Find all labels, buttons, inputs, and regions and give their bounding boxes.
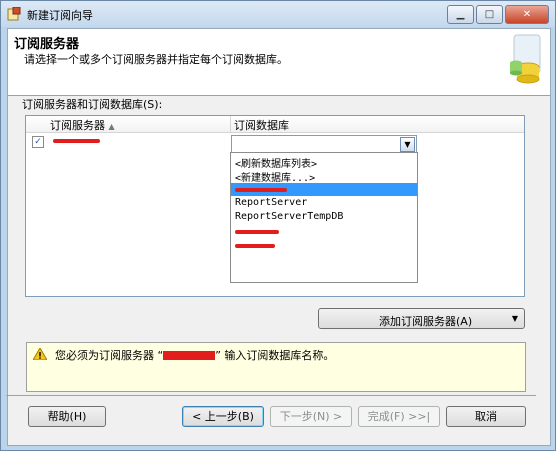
redacted-database-name [235, 244, 275, 248]
close-button[interactable]: ✕ [505, 5, 549, 24]
minimize-button[interactable]: ▁ [447, 5, 474, 24]
chevron-down-icon: ▼ [404, 140, 411, 149]
list-item[interactable]: ReportServerTempDB [231, 211, 417, 224]
help-button[interactable]: 帮助(H) [28, 406, 106, 427]
database-dropdown-list[interactable]: <刷新数据库列表> <新建数据库...> ReportServer Report… [230, 152, 418, 283]
validation-message-panel: 您必须为订阅服务器 “” 输入订阅数据库名称。 [26, 342, 526, 392]
validation-message: 您必须为订阅服务器 “” 输入订阅数据库名称。 [55, 349, 335, 362]
sort-ascending-icon: ▲ [108, 122, 115, 131]
next-button[interactable]: 下一步(N) > [270, 406, 352, 427]
warning-icon [33, 348, 47, 360]
combo-dropdown-button[interactable]: ▼ [400, 137, 415, 152]
close-icon: ✕ [522, 9, 532, 20]
list-item[interactable] [231, 225, 417, 238]
wizard-header: 订阅服务器 请选择一个或多个订阅服务器并指定每个订阅数据库。 [8, 29, 550, 96]
redacted-database-name [235, 230, 279, 234]
subscriber-checkbox[interactable]: ✓ [32, 136, 44, 148]
title-bar[interactable]: 新建订阅向导 ▁ □ ✕ [1, 1, 555, 27]
list-item-selected[interactable] [231, 183, 417, 196]
redacted-subscriber-name [53, 139, 100, 143]
window-title: 新建订阅向导 [27, 9, 93, 22]
subscription-database-combo[interactable]: ▼ [231, 135, 417, 153]
finish-button[interactable]: 完成(F) >>| [358, 406, 440, 427]
list-item[interactable]: <刷新数据库列表> [231, 155, 417, 170]
grid-header: 订阅服务器 ▲ 订阅数据库 [26, 116, 524, 133]
page-subtitle: 请选择一个或多个订阅服务器并指定每个订阅数据库。 [24, 53, 288, 66]
back-button[interactable]: < 上一步(B) [182, 406, 264, 427]
column-header-database[interactable]: 订阅数据库 [234, 117, 289, 133]
maximize-button[interactable]: □ [476, 5, 503, 24]
wizard-app-icon [7, 7, 21, 21]
database-wizard-icon [510, 34, 541, 84]
chevron-down-icon: ▼ [511, 314, 518, 323]
page-title: 订阅服务器 [14, 37, 80, 52]
list-item[interactable]: <新建数据库...> [231, 169, 417, 184]
add-subscriber-label: 添加订阅服务器(A) [379, 315, 473, 328]
subscriber-grid[interactable]: 订阅服务器 ▲ 订阅数据库 ✓ ▼ <刷新数据库列表> <新建数据库...> R… [25, 115, 525, 297]
list-item[interactable] [231, 239, 417, 252]
minimize-icon: ▁ [456, 9, 465, 20]
subscriber-grid-label: 订阅服务器和订阅数据库(S): [22, 98, 163, 111]
list-item[interactable]: ReportServer [231, 197, 417, 210]
maximize-icon: □ [484, 9, 495, 20]
redacted-database-name [235, 188, 287, 192]
column-header-subscriber[interactable]: 订阅服务器 ▲ [50, 117, 115, 133]
cancel-button[interactable]: 取消 [446, 406, 526, 427]
add-subscriber-button[interactable]: 添加订阅服务器(A) ▼ [318, 308, 525, 329]
footer-divider [6, 395, 536, 396]
redacted-subscriber-name [163, 351, 216, 360]
